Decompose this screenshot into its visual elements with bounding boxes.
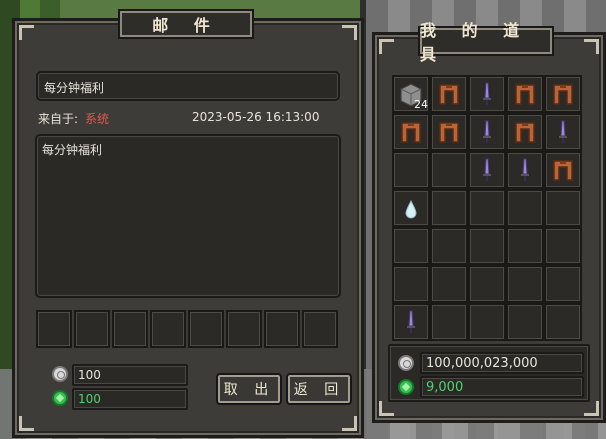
attachment-slot[interactable]	[264, 310, 300, 348]
inventory-slot[interactable]	[544, 189, 582, 227]
inventory-slot[interactable]	[430, 265, 468, 303]
inventory-slot[interactable]	[430, 227, 468, 265]
attachment-slot[interactable]	[36, 310, 72, 348]
inventory-slot[interactable]	[392, 189, 430, 227]
inventory-slot[interactable]	[468, 189, 506, 227]
inventory-slot[interactable]	[392, 303, 430, 341]
inventory-slot[interactable]	[544, 227, 582, 265]
corner-ornament	[379, 39, 394, 54]
corner-ornament	[584, 401, 599, 416]
inventory-slot[interactable]	[506, 113, 544, 151]
inventory-slot[interactable]	[430, 75, 468, 113]
inventory-slot[interactable]	[468, 303, 506, 341]
inventory-slot[interactable]	[544, 113, 582, 151]
inventory-gem-amount: 9,000	[426, 380, 464, 395]
inventory-slot[interactable]	[392, 113, 430, 151]
gem-amount: 100	[78, 392, 101, 406]
silver-amount: 100	[78, 368, 101, 382]
attachment-slot[interactable]	[302, 310, 338, 348]
inventory-slot[interactable]: 24	[392, 75, 430, 113]
corner-ornament	[379, 401, 394, 416]
inventory-slot[interactable]	[544, 303, 582, 341]
inventory-slot[interactable]	[506, 227, 544, 265]
attachment-slots	[36, 310, 340, 348]
inventory-slot[interactable]	[430, 151, 468, 189]
inventory-slot[interactable]	[392, 227, 430, 265]
corner-ornament	[342, 416, 357, 431]
take-out-button[interactable]: 取 出	[216, 373, 282, 405]
inventory-slot[interactable]	[468, 113, 506, 151]
attachment-slot[interactable]	[226, 310, 262, 348]
inventory-slot[interactable]	[506, 75, 544, 113]
inventory-slot[interactable]	[544, 265, 582, 303]
mail-timestamp: 2023-05-26 16:13:00	[192, 110, 320, 124]
mail-body-text: 每分钟福利	[42, 143, 103, 157]
corner-ornament	[584, 39, 599, 54]
inventory-slot[interactable]	[506, 265, 544, 303]
inventory-slot[interactable]	[506, 189, 544, 227]
inventory-slot[interactable]	[544, 151, 582, 189]
green-gem-icon	[398, 379, 414, 395]
inventory-slot[interactable]	[506, 151, 544, 189]
back-button[interactable]: 返 回	[286, 373, 352, 405]
corner-ornament	[19, 416, 34, 431]
attachment-slot[interactable]	[188, 310, 224, 348]
inventory-slot[interactable]	[544, 75, 582, 113]
green-gem-icon	[52, 390, 68, 406]
mail-from-value: 系统	[85, 112, 110, 126]
item-stack-count: 24	[414, 98, 428, 111]
inventory-slot[interactable]	[392, 265, 430, 303]
corner-ornament	[19, 25, 34, 40]
mail-subject: 每分钟福利	[44, 81, 105, 95]
inventory-slot[interactable]	[468, 75, 506, 113]
attachment-slot[interactable]	[112, 310, 148, 348]
inventory-slot[interactable]	[468, 265, 506, 303]
inventory-slot[interactable]	[468, 227, 506, 265]
silver-coin-icon	[398, 355, 414, 371]
inventory-slot[interactable]	[506, 303, 544, 341]
mail-from-label: 来自于:	[38, 112, 79, 126]
attachment-slot[interactable]	[150, 310, 186, 348]
inventory-title: 我 的 道 具	[418, 21, 554, 64]
inventory-grid: 24	[392, 75, 586, 343]
attachment-slot[interactable]	[74, 310, 110, 348]
inventory-slot[interactable]	[430, 189, 468, 227]
inventory-silver-amount: 100,000,023,000	[426, 356, 538, 371]
silver-coin-icon	[52, 366, 68, 382]
inventory-slot[interactable]	[430, 113, 468, 151]
mail-title: 邮 件	[118, 9, 254, 39]
corner-ornament	[342, 25, 357, 40]
mail-body-area[interactable]	[35, 134, 341, 298]
inventory-slot[interactable]	[392, 151, 430, 189]
inventory-slot[interactable]	[468, 151, 506, 189]
inventory-slot[interactable]	[430, 303, 468, 341]
